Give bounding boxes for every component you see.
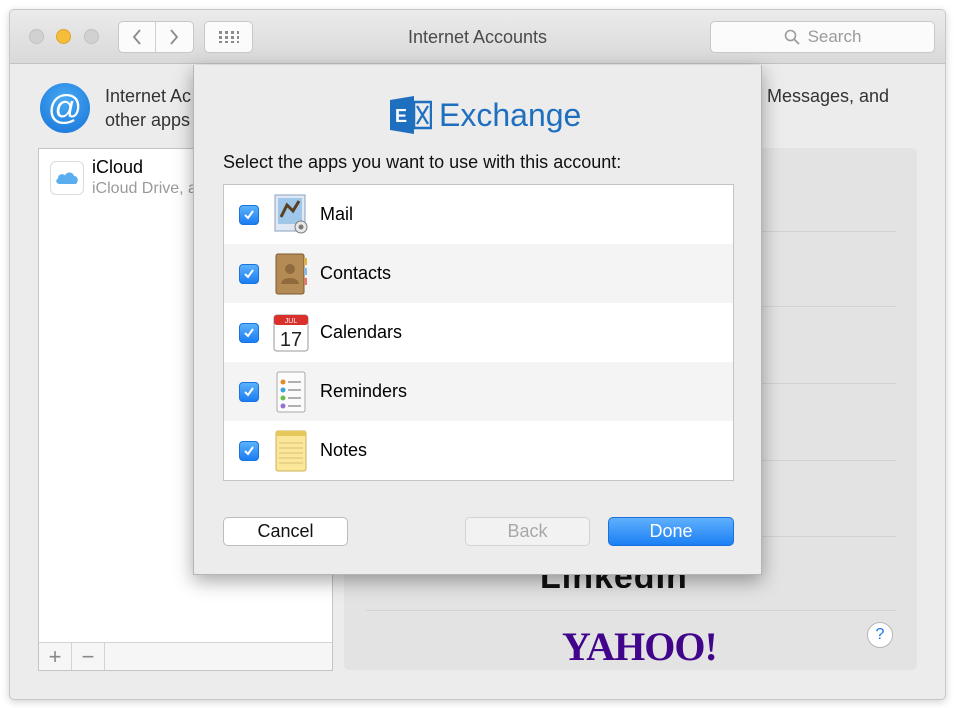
contacts-label: Contacts <box>320 263 392 283</box>
contacts-checkbox[interactable] <box>239 263 259 284</box>
notes-checkbox[interactable] <box>239 440 259 461</box>
checkmark-icon <box>244 327 254 338</box>
account-name: iCloud <box>92 157 144 177</box>
mail-checkbox[interactable] <box>239 204 259 225</box>
calendars-checkbox[interactable] <box>239 322 259 343</box>
header-text-line1: Internet Ac <box>105 86 192 106</box>
cancel-button[interactable]: Cancel <box>223 517 348 546</box>
header-text-line2: other apps <box>105 110 191 130</box>
select-apps-prompt: Select the apps you want to use with thi… <box>223 152 622 172</box>
app-row-mail: Mail <box>224 185 733 244</box>
yahoo-provider-logo[interactable]: YAHOO! <box>562 623 718 670</box>
app-row-calendars: JUL 17 Calendars <box>224 303 733 362</box>
calendar-icon-day: 17 <box>280 329 302 351</box>
app-row-contacts: Contacts <box>224 244 733 303</box>
account-detail: iCloud Drive, a <box>92 180 197 197</box>
reminders-label: Reminders <box>320 381 408 401</box>
checkmark-icon <box>244 445 254 456</box>
notes-label: Notes <box>320 440 368 460</box>
apps-list: Mail Contacts JUL 17 Calendars Reminders… <box>223 184 734 481</box>
title-bar: Internet Accounts Search <box>10 10 945 64</box>
exchange-icon: E <box>390 96 432 134</box>
calendar-icon-month: JUL <box>285 318 298 325</box>
notes-icon <box>271 429 311 473</box>
done-button[interactable]: Done <box>608 517 734 546</box>
search-icon <box>784 29 800 45</box>
icloud-icon <box>50 161 84 195</box>
mail-label: Mail <box>320 204 354 224</box>
header-description: Internet Ac other apps <box>105 84 191 132</box>
svg-text:E: E <box>395 106 407 126</box>
checkmark-icon <box>244 268 254 279</box>
calendars-label: Calendars <box>320 322 403 342</box>
search-field[interactable]: Search <box>710 21 935 53</box>
header-text-right: Messages, and <box>767 86 890 106</box>
help-button[interactable]: ? <box>867 622 893 648</box>
reminders-checkbox[interactable] <box>239 381 259 402</box>
back-button[interactable]: Back <box>465 517 590 546</box>
calendar-icon: JUL 17 <box>271 311 311 355</box>
reminders-icon <box>271 370 311 414</box>
provider-divider <box>366 610 896 611</box>
exchange-logo-text: Exchange <box>439 96 582 133</box>
accounts-list-toolbar: + − <box>38 642 333 671</box>
app-row-reminders: Reminders <box>224 362 733 421</box>
at-sign-icon: @ <box>40 83 90 133</box>
checkmark-icon <box>244 386 254 397</box>
add-account-button[interactable]: + <box>39 643 72 670</box>
exchange-logo: E Exchange <box>390 96 581 134</box>
app-row-notes: Notes <box>224 421 733 480</box>
exchange-setup-sheet: E Exchange Select the apps you want to u… <box>193 65 762 575</box>
search-placeholder: Search <box>807 27 862 46</box>
contacts-icon <box>271 252 311 296</box>
checkmark-icon <box>244 209 254 220</box>
mail-icon <box>271 193 311 237</box>
remove-account-button[interactable]: − <box>72 643 105 670</box>
